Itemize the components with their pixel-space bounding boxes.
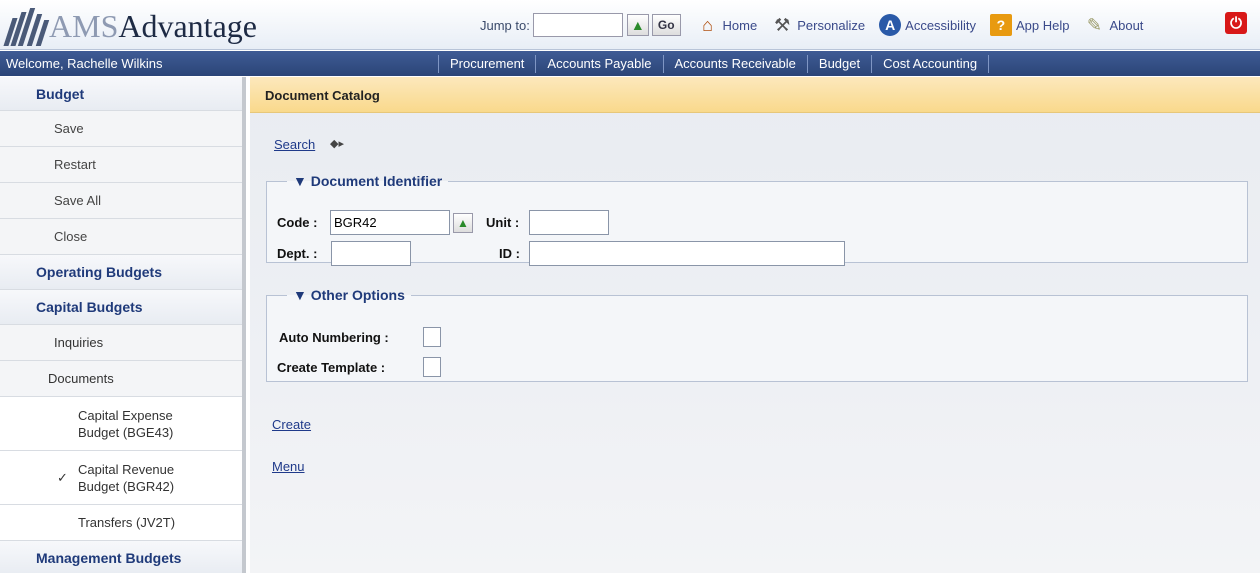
- unit-field[interactable]: [529, 210, 609, 235]
- auto-numbering-checkbox[interactable]: [423, 327, 441, 347]
- app-header: AMSAdvantage Jump to: ▲ Go ⌂ Home ⚒ Pers…: [0, 0, 1260, 50]
- create-template-checkbox[interactable]: [423, 357, 441, 377]
- sidebar-item-line: Capital Revenue: [78, 461, 175, 477]
- sidebar-item-line: Capital Expense: [78, 407, 173, 423]
- unit-label: Unit :: [486, 215, 520, 230]
- help-icon: ?: [989, 14, 1012, 36]
- about-link[interactable]: ✎ About: [1083, 14, 1144, 36]
- id-label: ID :: [499, 246, 520, 261]
- module-accounts-receivable[interactable]: Accounts Receivable: [662, 54, 807, 73]
- document-identifier-legend: Document Identifier: [310, 173, 443, 189]
- green-arrow-up-icon: ▲: [457, 216, 469, 230]
- jump-to-input[interactable]: [532, 13, 623, 37]
- sidebar-item-restart[interactable]: Restart: [0, 147, 242, 183]
- auto-numbering-label: Auto Numbering :: [279, 330, 389, 345]
- sidebar: Budget Save Restart Save All Close Opera…: [0, 77, 246, 573]
- accessibility-icon: A: [879, 14, 902, 36]
- home-icon: ⌂: [702, 14, 713, 35]
- about-icon: ✎: [1086, 14, 1102, 35]
- sidebar-item-capital-revenue-budget[interactable]: ✓ Capital Revenue Budget (BGR42): [0, 451, 242, 505]
- app-help-label: App Help: [1015, 17, 1070, 33]
- top-toolbar: Jump to: ▲ Go ⌂ Home ⚒ Personalize A Acc…: [480, 11, 1143, 39]
- sidebar-item-save-all[interactable]: Save All: [0, 183, 242, 219]
- other-options-section: ▼ Other Options Auto Numbering : Create …: [266, 287, 1248, 382]
- logo-bars-icon: [3, 6, 50, 46]
- other-options-toggle[interactable]: ▼ Other Options: [287, 287, 411, 303]
- logo-suffix: Advantage: [118, 8, 257, 44]
- module-navbar: Welcome, Rachelle Wilkins Procurement Ac…: [0, 51, 1260, 76]
- page-title-bar: Document Catalog: [250, 77, 1260, 113]
- logout-button[interactable]: ⏻: [1225, 12, 1247, 34]
- sidebar-heading-operating-budgets[interactable]: Operating Budgets: [0, 255, 242, 290]
- main-content: Document Catalog Search ◆▸ ▼ Document Id…: [250, 77, 1260, 573]
- search-link[interactable]: Search: [274, 137, 315, 152]
- sidebar-item-documents[interactable]: Documents: [0, 361, 242, 397]
- green-arrow-up-icon: ▲: [630, 17, 645, 33]
- sidebar-item-save[interactable]: Save: [0, 111, 242, 147]
- jump-lookup-button[interactable]: ▲: [626, 14, 649, 36]
- create-template-label: Create Template :: [277, 360, 386, 375]
- module-budget[interactable]: Budget: [806, 54, 871, 73]
- about-label: About: [1109, 17, 1144, 33]
- welcome-text: Welcome, Rachelle Wilkins: [6, 56, 163, 71]
- sidebar-heading-management-budgets[interactable]: Management Budgets: [0, 541, 242, 573]
- code-label: Code :: [277, 215, 318, 230]
- checkmark-icon: ✓: [57, 470, 68, 485]
- dept-label: Dept. :: [277, 246, 318, 261]
- sidebar-item-line: Budget (BGE43): [78, 424, 174, 440]
- page-title: Document Catalog: [265, 88, 380, 103]
- logo-prefix: AMS: [49, 8, 119, 44]
- sidebar-item-close[interactable]: Close: [0, 219, 242, 255]
- wrench-icon: ⚒: [774, 14, 791, 35]
- code-field[interactable]: [330, 210, 450, 235]
- module-procurement[interactable]: Procurement: [438, 54, 535, 73]
- jump-to-label: Jump to:: [480, 17, 530, 33]
- id-field[interactable]: [529, 241, 845, 266]
- create-link[interactable]: Create: [272, 417, 311, 432]
- module-tabs: Procurement Accounts Payable Accounts Re…: [438, 51, 990, 76]
- home-label: Home: [722, 17, 758, 33]
- sidebar-item-line: Budget (BGR42): [78, 478, 175, 494]
- power-icon: ⏻: [1230, 14, 1242, 32]
- module-accounts-payable[interactable]: Accounts Payable: [535, 54, 662, 73]
- personalize-link[interactable]: ⚒ Personalize: [771, 14, 865, 36]
- sidebar-item-transfers[interactable]: Transfers (JV2T): [0, 505, 242, 541]
- ams-advantage-logo: AMSAdvantage: [3, 4, 257, 46]
- home-link[interactable]: ⌂ Home: [697, 14, 758, 36]
- code-lookup-button[interactable]: ▲: [453, 213, 473, 233]
- sidebar-item-inquiries[interactable]: Inquiries: [0, 325, 242, 361]
- personalize-label: Personalize: [797, 17, 866, 33]
- accessibility-link[interactable]: A Accessibility: [879, 14, 976, 36]
- module-cost-accounting[interactable]: Cost Accounting: [871, 54, 990, 73]
- accessibility-label: Accessibility: [905, 17, 976, 33]
- document-identifier-section: ▼ Document Identifier Code : ▲ Unit : De…: [266, 173, 1248, 266]
- sidebar-heading-capital-budgets[interactable]: Capital Budgets: [0, 290, 242, 325]
- document-identifier-toggle[interactable]: ▼ Document Identifier: [287, 173, 448, 189]
- sidebar-heading-budget[interactable]: Budget: [0, 77, 242, 111]
- sidebar-item-capital-expense-budget[interactable]: Capital Expense Budget (BGE43): [0, 397, 242, 451]
- expand-collapse-icon[interactable]: ◆▸: [330, 137, 344, 150]
- go-button[interactable]: Go: [651, 14, 681, 36]
- menu-link[interactable]: Menu: [272, 459, 305, 474]
- app-help-link[interactable]: ? App Help: [989, 14, 1070, 36]
- collapse-triangle-icon: ▼: [293, 287, 311, 303]
- dept-field[interactable]: [331, 241, 411, 266]
- other-options-legend: Other Options: [310, 287, 405, 303]
- collapse-triangle-icon: ▼: [293, 173, 311, 189]
